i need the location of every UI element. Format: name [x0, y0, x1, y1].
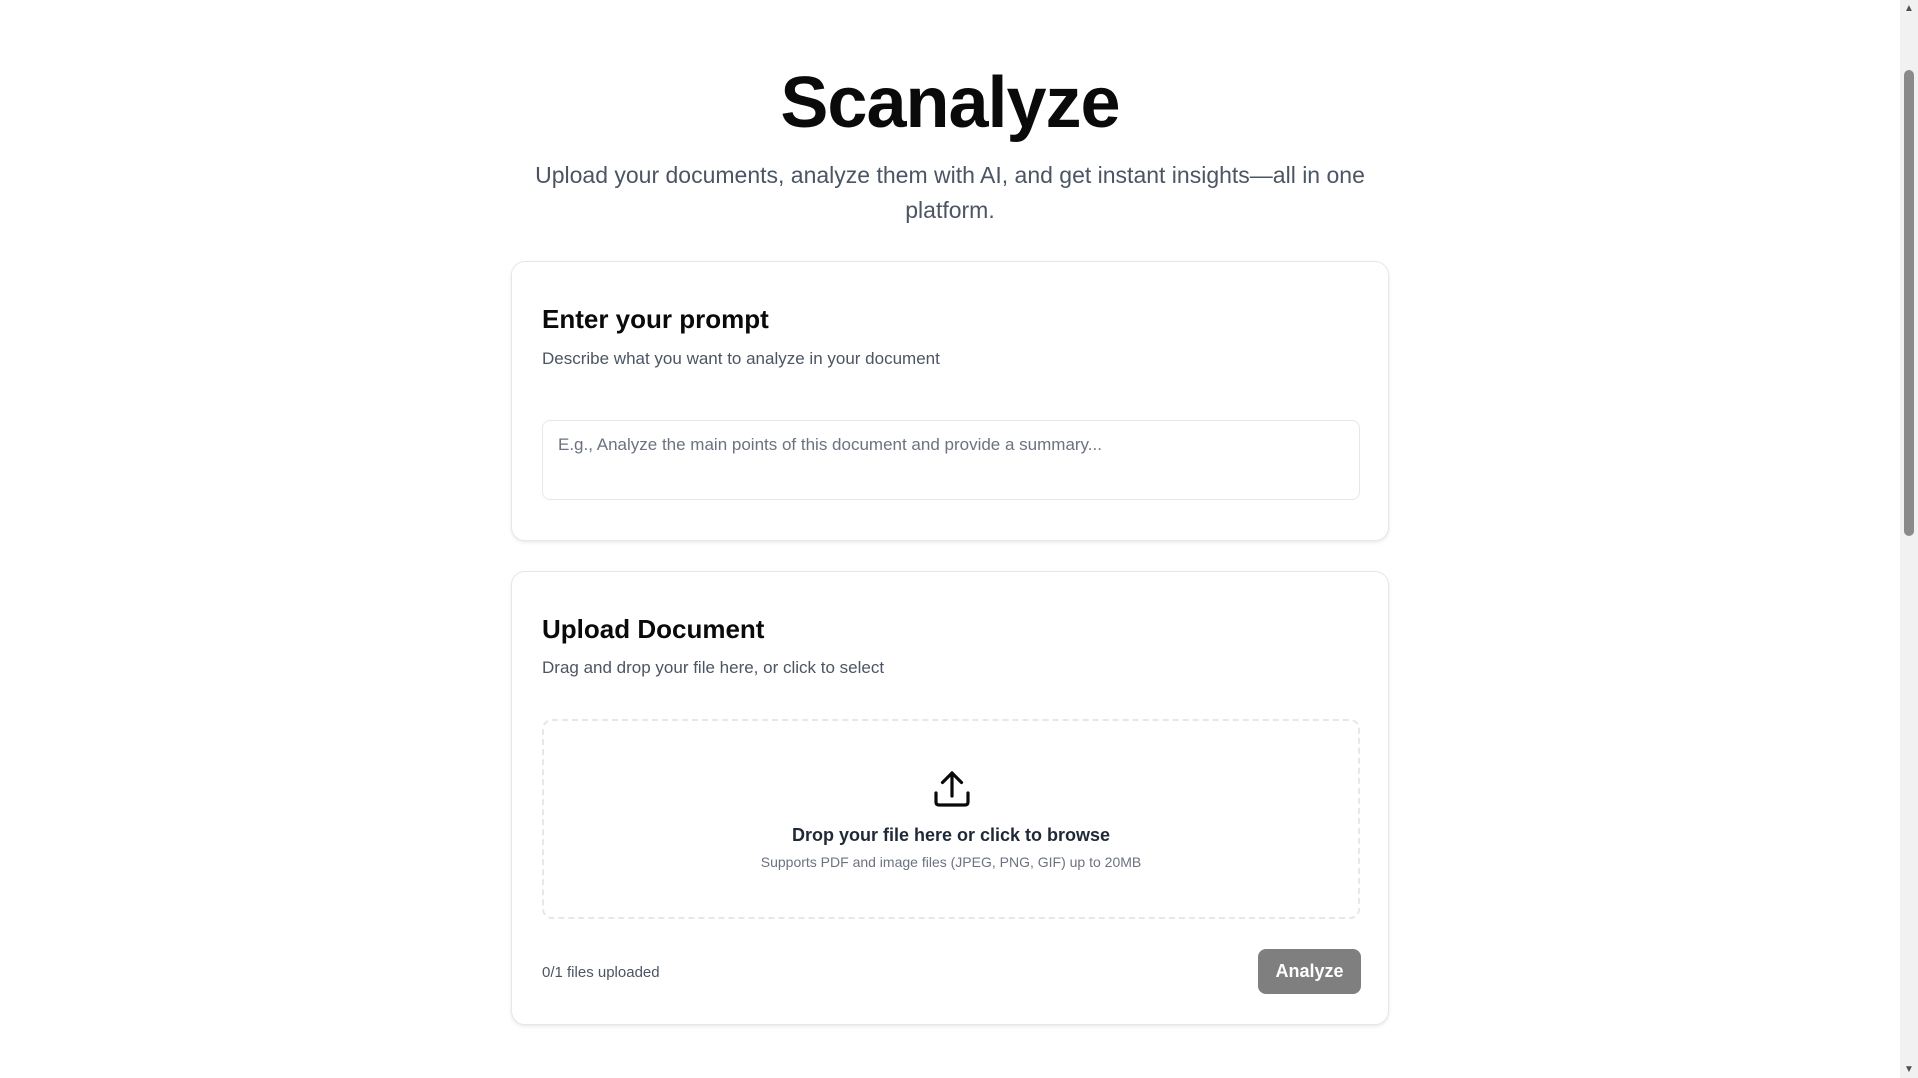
- page-title: Scanalyze: [780, 63, 1120, 143]
- prompt-input[interactable]: [542, 420, 1360, 500]
- page: Scanalyze Upload your documents, analyze…: [0, 0, 1918, 1078]
- scroll-up-arrow-icon[interactable]: ▲: [1900, 0, 1918, 17]
- file-dropzone[interactable]: Drop your file here or click to browse S…: [542, 719, 1360, 919]
- page-subtitle: Upload your documents, analyze them with…: [535, 162, 1365, 223]
- dropzone-supported-formats: Supports PDF and image files (JPEG, PNG,…: [760, 854, 1142, 870]
- analyze-button[interactable]: Analyze: [1258, 949, 1361, 994]
- main-content: Scanalyze Upload your documents, analyze…: [0, 0, 1900, 1078]
- dropzone-main-text: Drop your file here or click to browse: [791, 825, 1111, 845]
- upload-icon: [934, 771, 970, 807]
- prompt-card-title: Enter your prompt: [542, 304, 769, 334]
- prompt-card: Enter your prompt Describe what you want…: [511, 261, 1389, 541]
- scroll-down-arrow-icon[interactable]: ▼: [1900, 1061, 1918, 1078]
- upload-card-description: Drag and drop your file here, or click t…: [542, 658, 885, 677]
- scrollbar-thumb[interactable]: [1904, 70, 1914, 536]
- prompt-card-description: Describe what you want to analyze in you…: [542, 349, 940, 368]
- hero-header: Scanalyze Upload your documents, analyze…: [0, 60, 1900, 228]
- upload-card: Upload Document Drag and drop your file …: [511, 571, 1389, 1025]
- files-uploaded-count: 0/1 files uploaded: [542, 964, 660, 981]
- vertical-scrollbar[interactable]: ▲ ▼: [1900, 0, 1918, 1078]
- upload-card-title: Upload Document: [542, 614, 765, 644]
